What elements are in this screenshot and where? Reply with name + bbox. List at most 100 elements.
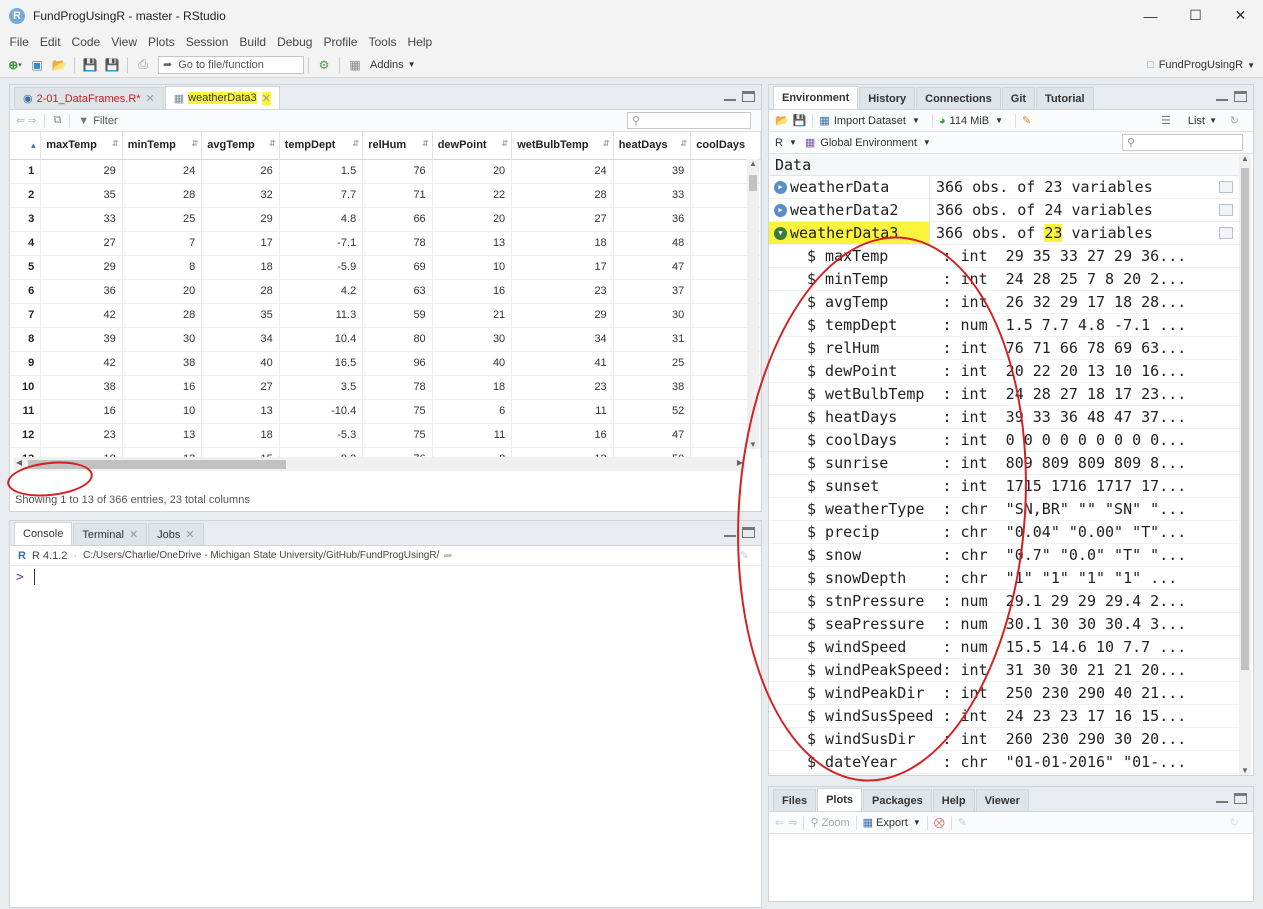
- filter-button[interactable]: Filter: [93, 115, 117, 127]
- tab-viewer[interactable]: Viewer: [975, 789, 1029, 811]
- env-object-row[interactable]: ▶ weatherData 366 obs. of 23 variables: [769, 176, 1239, 199]
- language-dropdown[interactable]: R: [775, 137, 783, 149]
- new-project-icon[interactable]: ▣: [26, 55, 48, 75]
- menu-tools[interactable]: Tools: [363, 35, 402, 49]
- refresh-icon[interactable]: ↻: [1230, 114, 1239, 127]
- tab-environment[interactable]: Environment: [773, 86, 859, 109]
- tab-terminal[interactable]: Terminal ✕: [73, 523, 148, 545]
- column-header[interactable]: wetBulbTemp ⇵: [511, 132, 614, 160]
- print-icon[interactable]: ⎙: [132, 55, 154, 75]
- clear-console-icon[interactable]: ✎: [740, 549, 749, 562]
- next-plot-icon[interactable]: ⇒: [788, 816, 797, 829]
- menu-code[interactable]: Code: [66, 35, 106, 49]
- load-workspace-icon[interactable]: 📂: [775, 114, 789, 127]
- column-header[interactable]: relHum ⇵: [362, 132, 433, 160]
- column-header[interactable]: heatDays ⇵: [613, 132, 692, 160]
- tab-files[interactable]: Files: [773, 789, 817, 811]
- menu-edit[interactable]: Edit: [34, 35, 66, 49]
- tab-jobs[interactable]: Jobs ✕: [148, 523, 204, 545]
- table-row[interactable]: 2 35 28 32 7.7 71 22 28 33: [10, 183, 761, 208]
- column-header[interactable]: minTemp ⇵: [122, 132, 203, 160]
- menu-file[interactable]: File: [4, 35, 34, 49]
- dropdown-icon[interactable]: ▼: [912, 116, 920, 125]
- clear-environment-icon[interactable]: ✎: [1022, 114, 1031, 127]
- scroll-up-icon[interactable]: ▲: [1241, 154, 1249, 163]
- maximize-pane-icon[interactable]: [742, 91, 755, 102]
- filter-icon[interactable]: ▼: [78, 115, 89, 127]
- menu-plots[interactable]: Plots: [143, 35, 181, 49]
- forward-arrow-icon[interactable]: ⇒: [27, 114, 36, 127]
- save-icon[interactable]: 💾: [79, 55, 101, 75]
- menu-profile[interactable]: Profile: [318, 35, 363, 49]
- dropdown-icon[interactable]: ▼: [923, 138, 931, 147]
- minimize-pane-icon[interactable]: [724, 98, 736, 101]
- menu-build[interactable]: Build: [234, 35, 272, 49]
- close-tab-icon[interactable]: ✕: [261, 91, 271, 105]
- save-workspace-icon[interactable]: 💾: [793, 114, 807, 127]
- column-header[interactable]: avgTemp ⇵: [201, 132, 280, 160]
- console-input-line[interactable]: >: [10, 566, 761, 588]
- table-row[interactable]: 7 42 28 35 11.3 59 21 29 30: [10, 303, 761, 328]
- view-table-icon[interactable]: [1219, 181, 1233, 193]
- scroll-thumb[interactable]: [1241, 168, 1249, 670]
- scroll-thumb[interactable]: [749, 175, 757, 191]
- env-object-row[interactable]: ▶ weatherData2 366 obs. of 24 variables: [769, 199, 1239, 222]
- close-tab-icon[interactable]: ✕: [146, 92, 155, 105]
- table-row[interactable]: 1 29 24 26 1.5 76 20 24 39: [10, 159, 761, 184]
- table-row[interactable]: 5 29 8 18 -5.9 69 10 17 47: [10, 255, 761, 280]
- tab-packages[interactable]: Packages: [862, 789, 932, 811]
- data-search-input[interactable]: ⚲: [627, 112, 751, 129]
- view-table-icon[interactable]: [1219, 204, 1233, 216]
- column-header[interactable]: tempDept ⇵: [279, 132, 364, 160]
- close-tab-icon[interactable]: ✕: [185, 528, 194, 541]
- grid-vertical-scrollbar[interactable]: ▲ ▼: [747, 159, 759, 449]
- project-menu[interactable]: □ FundProgUsingR ▼: [1147, 52, 1255, 78]
- column-header[interactable]: maxTemp ⇵: [40, 132, 123, 160]
- back-arrow-icon[interactable]: ⇐: [16, 114, 25, 127]
- addins-menu[interactable]: Addins: [370, 59, 404, 71]
- menu-session[interactable]: Session: [180, 35, 234, 49]
- table-row[interactable]: 13181215-8.37681250: [10, 447, 761, 457]
- previous-plot-icon[interactable]: ⇐: [775, 816, 784, 829]
- memory-usage-label[interactable]: 114 MiB: [950, 115, 990, 127]
- table-row[interactable]: 9 42 38 40 16.5 96 40 41 25: [10, 351, 761, 376]
- table-row[interactable]: 10 38 16 27 3.5 78 18 23 38: [10, 375, 761, 400]
- close-window-button[interactable]: ✕: [1218, 0, 1263, 31]
- addins-dropdown-icon[interactable]: ▼: [408, 60, 416, 69]
- scroll-down-icon[interactable]: ▼: [749, 440, 757, 449]
- workspace-panes-icon[interactable]: ▦: [344, 55, 366, 75]
- dropdown-icon[interactable]: ▼: [913, 818, 921, 827]
- import-dataset-button[interactable]: Import Dataset: [834, 115, 906, 127]
- table-row[interactable]: 3 33 25 29 4.8 66 20 27 36: [10, 207, 761, 232]
- table-row[interactable]: 8 39 30 34 10.4 80 30 34 31: [10, 327, 761, 352]
- list-view-dropdown[interactable]: List: [1188, 115, 1205, 127]
- tab-console[interactable]: Console: [14, 522, 73, 545]
- open-file-icon[interactable]: 📂: [48, 55, 70, 75]
- collapse-icon[interactable]: ▼: [774, 226, 787, 240]
- scroll-right-icon[interactable]: ▶: [737, 458, 743, 467]
- maximize-pane-icon[interactable]: [1234, 91, 1247, 102]
- env-object-row-expanded[interactable]: ▼ weatherData3 366 obs. of 23 variables: [769, 222, 1239, 245]
- remove-plot-icon[interactable]: ⨂: [934, 816, 945, 829]
- dropdown-icon[interactable]: ▼: [1209, 116, 1217, 125]
- goto-file-input[interactable]: ➦ Go to file/function: [158, 55, 304, 74]
- zoom-button[interactable]: Zoom: [822, 817, 850, 829]
- tab-weatherdata3[interactable]: ▦ weatherData3 ✕: [164, 86, 280, 109]
- dropdown-icon[interactable]: ▼: [789, 138, 797, 147]
- minimize-window-button[interactable]: —: [1128, 0, 1173, 31]
- new-file-icon[interactable]: ⊕ ▾: [4, 55, 26, 75]
- clear-plots-icon[interactable]: ✎: [958, 816, 967, 829]
- scroll-left-icon[interactable]: ◀: [16, 458, 22, 467]
- table-row[interactable]: 11 16 10 13 -10.4 75 6 11 52: [10, 399, 761, 424]
- tab-git[interactable]: Git: [1001, 87, 1036, 109]
- tab-help[interactable]: Help: [932, 789, 975, 811]
- refresh-icon[interactable]: ↻: [1230, 816, 1239, 829]
- table-row[interactable]: 4 27 7 17 -7.1 78 13 18 48: [10, 231, 761, 256]
- tab-dataframes-script[interactable]: ◉ 2-01_DataFrames.R* ✕: [14, 87, 164, 109]
- scroll-down-icon[interactable]: ▼: [1241, 766, 1249, 775]
- grid-horizontal-scrollbar[interactable]: ◀ ▶: [14, 457, 745, 471]
- environment-scrollbar[interactable]: ▲ ▼: [1239, 154, 1251, 775]
- menu-debug[interactable]: Debug: [272, 35, 318, 49]
- tab-connections[interactable]: Connections: [916, 87, 1001, 109]
- menu-help[interactable]: Help: [402, 35, 438, 49]
